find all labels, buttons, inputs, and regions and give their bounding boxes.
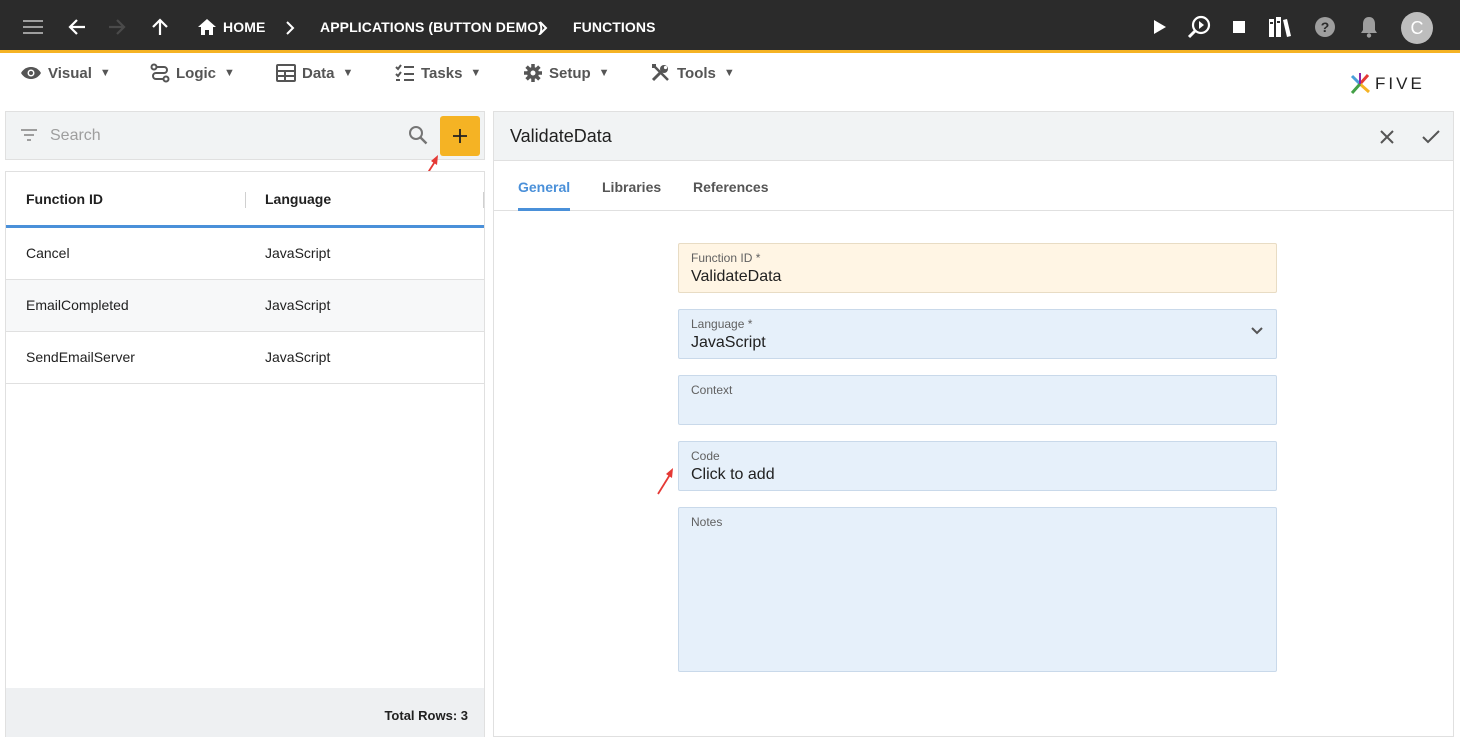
menu-setup-label: Setup — [549, 64, 591, 82]
menu-logic-label: Logic — [176, 64, 216, 82]
code-label: Code — [691, 449, 720, 463]
check-icon — [1422, 130, 1440, 144]
five-logo-mark-icon — [1350, 73, 1370, 94]
tab-references[interactable]: References — [693, 179, 769, 195]
caret-down-icon: ▼ — [723, 67, 735, 79]
menu-icon[interactable] — [19, 13, 47, 41]
tools-icon — [651, 64, 669, 82]
menu-data[interactable]: Data ▼ — [276, 62, 353, 84]
tab-general[interactable]: General — [518, 179, 570, 195]
code-field[interactable]: Code Click to add — [678, 441, 1277, 491]
column-divider[interactable] — [483, 192, 484, 208]
filter-icon[interactable] — [19, 125, 39, 145]
form-tabs: General Libraries References — [494, 162, 1453, 211]
form-title: ValidateData — [510, 126, 612, 146]
caret-down-icon: ▼ — [470, 67, 482, 79]
help-icon[interactable]: ? — [1311, 13, 1339, 41]
chevron-down-icon — [1251, 327, 1263, 335]
notes-field[interactable]: Notes — [678, 507, 1277, 672]
plus-icon — [453, 129, 467, 143]
code-value: Click to add — [691, 466, 775, 483]
menu-logic[interactable]: Logic ▼ — [150, 62, 235, 84]
functions-list: Function ID Language Cancel JavaScript E… — [5, 171, 485, 737]
logo-text: FIVE — [1375, 74, 1425, 93]
main-menu-bar: Visual ▼ Logic ▼ Data ▼ Tasks ▼ Setup ▼ … — [0, 56, 1460, 110]
table-row[interactable]: Cancel JavaScript — [6, 228, 484, 280]
chevron-right-icon — [280, 14, 300, 42]
row-language: JavaScript — [265, 245, 331, 261]
breadcrumb-functions[interactable]: FUNCTIONS — [573, 19, 656, 35]
row-function-id: SendEmailServer — [26, 349, 135, 365]
table-row[interactable]: SendEmailServer JavaScript — [6, 332, 484, 384]
row-language: JavaScript — [265, 349, 331, 365]
stop-icon[interactable] — [1225, 13, 1253, 41]
breadcrumb-applications[interactable]: APPLICATIONS (BUTTON DEMO) — [320, 19, 543, 35]
back-icon[interactable] — [63, 13, 91, 41]
menu-data-label: Data — [302, 64, 335, 82]
total-rows-count: Total Rows: 3 — [384, 708, 468, 723]
menu-tasks-label: Tasks — [421, 64, 463, 82]
tasks-icon — [395, 64, 414, 81]
table-icon — [276, 64, 296, 82]
column-divider[interactable] — [245, 192, 246, 208]
run-icon[interactable] — [1146, 13, 1174, 41]
language-label: Language * — [691, 317, 753, 331]
language-select[interactable]: Language * JavaScript — [678, 309, 1277, 359]
save-button[interactable] — [1418, 124, 1444, 150]
cancel-button[interactable] — [1374, 124, 1400, 150]
caret-down-icon: ▼ — [598, 67, 610, 79]
menu-tools-label: Tools — [677, 64, 716, 82]
search-icon[interactable] — [408, 125, 428, 145]
list-footer: Total Rows: 3 — [6, 688, 484, 737]
caret-down-icon: ▼ — [224, 67, 235, 79]
caret-down-icon: ▼ — [342, 67, 354, 79]
row-function-id: Cancel — [26, 245, 70, 261]
caret-down-icon: ▼ — [99, 67, 111, 79]
inspect-icon[interactable] — [1185, 13, 1213, 41]
chevron-right-icon — [533, 14, 553, 42]
five-logo: FIVE — [1349, 72, 1425, 96]
notifications-icon[interactable] — [1355, 13, 1383, 41]
menu-visual-label: Visual — [48, 64, 92, 82]
menu-tasks[interactable]: Tasks ▼ — [395, 62, 481, 84]
menu-setup[interactable]: Setup ▼ — [523, 62, 610, 84]
search-bar — [5, 111, 485, 160]
breadcrumb-home[interactable]: HOME — [223, 19, 265, 35]
home-icon[interactable] — [193, 13, 221, 41]
language-value: JavaScript — [691, 334, 766, 351]
avatar[interactable]: C — [1401, 12, 1433, 44]
close-icon — [1380, 130, 1394, 144]
add-function-button[interactable] — [440, 116, 480, 156]
annotation-arrow-icon — [657, 468, 673, 495]
notes-label: Notes — [691, 515, 723, 529]
active-tab-indicator — [518, 208, 570, 211]
form-header: ValidateData — [494, 112, 1453, 161]
search-input[interactable] — [50, 124, 400, 148]
column-header-function-id[interactable]: Function ID — [26, 191, 103, 207]
column-header-language[interactable]: Language — [265, 191, 331, 207]
function-form: ValidateData General Libraries Reference… — [493, 111, 1454, 737]
up-icon[interactable] — [146, 13, 174, 41]
library-icon[interactable] — [1266, 13, 1294, 41]
logic-icon — [150, 63, 170, 83]
svg-text:?: ? — [1321, 19, 1330, 35]
function-id-field[interactable]: Function ID * ValidateData — [678, 243, 1277, 293]
gear-icon — [524, 64, 542, 82]
row-function-id: EmailCompleted — [26, 297, 129, 313]
forward-icon[interactable] — [103, 13, 131, 41]
context-field[interactable]: Context — [678, 375, 1277, 425]
tab-libraries[interactable]: Libraries — [602, 179, 661, 195]
app-top-bar: HOME APPLICATIONS (BUTTON DEMO) FUNCTION… — [0, 0, 1460, 53]
menu-visual[interactable]: Visual ▼ — [20, 62, 111, 84]
context-label: Context — [691, 383, 733, 397]
table-row[interactable]: EmailCompleted JavaScript — [6, 280, 484, 332]
row-language: JavaScript — [265, 297, 331, 313]
menu-tools[interactable]: Tools ▼ — [651, 62, 735, 84]
function-id-value: ValidateData — [691, 268, 782, 285]
function-id-label: Function ID * — [691, 251, 761, 265]
eye-icon — [21, 67, 41, 79]
list-header: Function ID Language — [6, 172, 484, 228]
